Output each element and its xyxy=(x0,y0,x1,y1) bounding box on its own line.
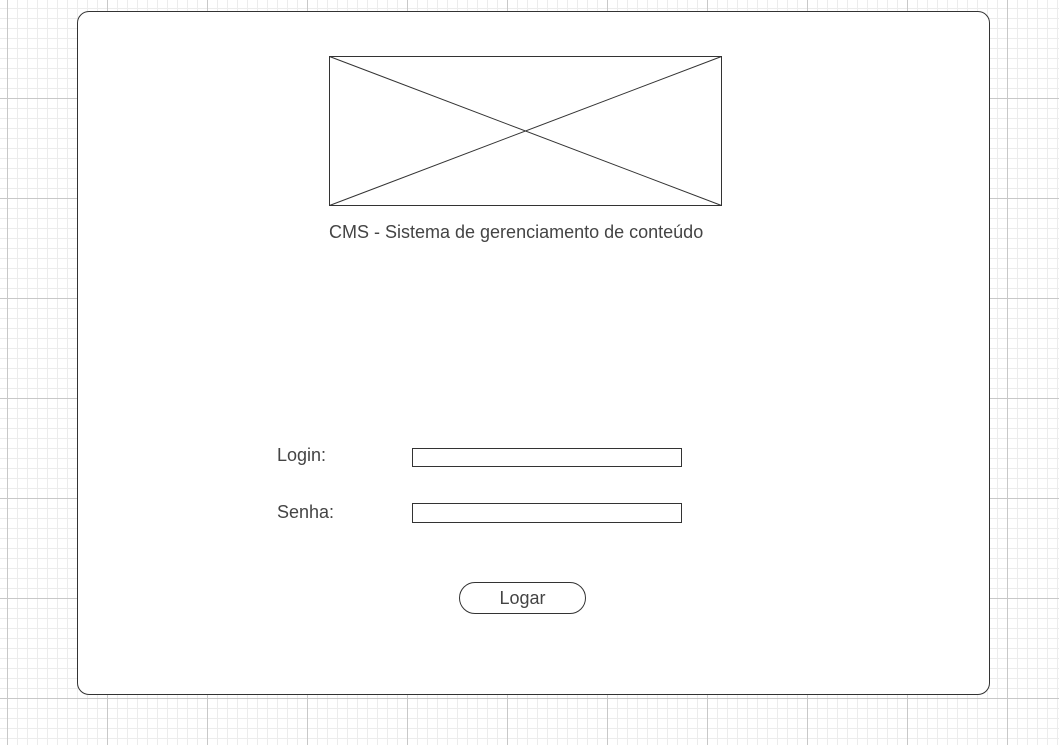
logar-button[interactable]: Logar xyxy=(459,582,586,614)
login-input[interactable] xyxy=(412,448,682,467)
login-label: Login: xyxy=(277,445,327,465)
senha-label: Senha: xyxy=(277,502,335,522)
app-title: CMS - Sistema de gerenciamento de conteú… xyxy=(329,222,704,242)
logo-image-placeholder xyxy=(329,56,722,206)
senha-input[interactable] xyxy=(412,503,682,523)
